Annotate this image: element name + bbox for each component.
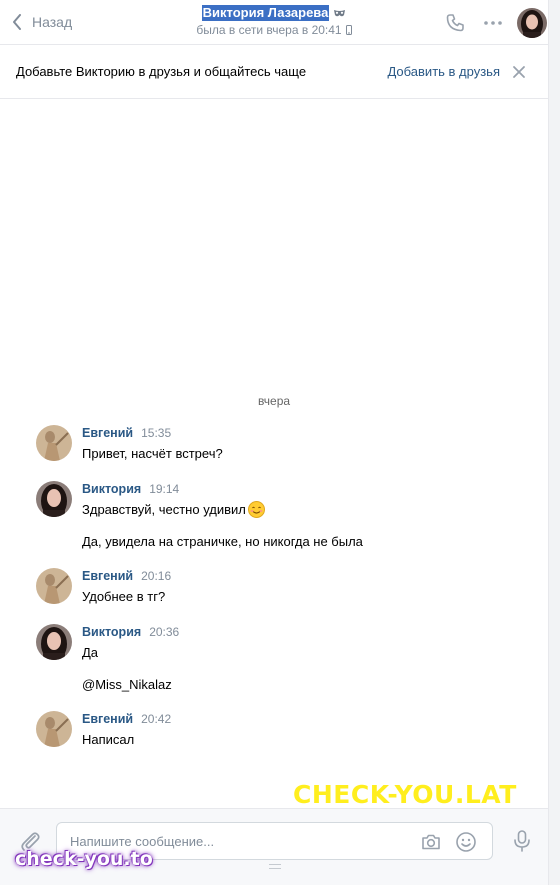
message-group: Виктория 19:14 Здравствуй, честно удивил…	[36, 481, 536, 553]
resize-grip[interactable]	[269, 864, 281, 869]
mobile-icon	[345, 25, 352, 35]
message-time[interactable]: 20:36	[149, 625, 179, 639]
message-text: Да	[82, 645, 99, 660]
peer-avatar[interactable]	[517, 8, 547, 38]
avatar-woman-icon	[36, 624, 72, 660]
add-friend-banner: Добавьте Викторию в друзья и общайтесь ч…	[0, 44, 548, 99]
message-input[interactable]	[70, 833, 400, 849]
message-author[interactable]: Виктория	[82, 482, 141, 496]
avatar[interactable]	[36, 481, 72, 517]
watermark-text: CHECK-YOU.LAT	[293, 780, 517, 809]
message-text: @Miss_Nikalaz	[82, 677, 172, 692]
banner-text: Добавьте Викторию в друзья и общайтесь ч…	[16, 64, 307, 79]
mask-icon	[334, 9, 346, 16]
smile-emoji-icon	[247, 501, 265, 518]
watermark-text: check-you.to	[15, 848, 153, 870]
message-time[interactable]: 19:14	[149, 482, 179, 496]
peer-status-text: была в сети вчера в 20:41	[196, 23, 342, 37]
message-text-content: Здравствуй, честно удивил	[82, 502, 246, 517]
emoji-icon[interactable]	[455, 831, 477, 853]
message-author[interactable]: Виктория	[82, 625, 141, 639]
avatar[interactable]	[36, 711, 72, 747]
avatar-woman-icon	[36, 481, 72, 517]
microphone-icon[interactable]	[511, 829, 533, 853]
message-time[interactable]: 20:42	[141, 712, 171, 726]
message-text: Написал	[82, 732, 135, 747]
more-dots-icon	[484, 21, 502, 25]
camera-icon[interactable]	[420, 831, 442, 853]
avatar[interactable]	[36, 425, 72, 461]
peer-name[interactable]: Виктория Лазарева	[201, 5, 330, 21]
avatar[interactable]	[36, 568, 72, 604]
avatar-photo-icon	[36, 568, 72, 604]
message-time[interactable]: 15:35	[141, 426, 171, 440]
message-text: Привет, насчёт встреч?	[82, 446, 223, 461]
call-button[interactable]	[441, 9, 469, 37]
message-author[interactable]: Евгений	[82, 426, 133, 440]
message-text: Удобнее в тг?	[82, 589, 166, 604]
avatar-woman-icon	[517, 8, 547, 38]
message-group: Виктория 20:36 Да @Miss_Nikalaz	[36, 624, 536, 696]
message-text: Здравствуй, честно удивил	[82, 501, 265, 518]
day-separator: вчера	[257, 394, 291, 408]
avatar-photo-icon	[36, 711, 72, 747]
message-author[interactable]: Евгений	[82, 569, 133, 583]
phone-icon	[446, 14, 464, 32]
more-button[interactable]	[479, 9, 507, 37]
message-group: Евгений 15:35 Привет, насчёт встреч?	[36, 425, 536, 465]
avatar-photo-icon	[36, 425, 72, 461]
avatar[interactable]	[36, 624, 72, 660]
message-group: Евгений 20:42 Написал	[36, 711, 536, 751]
message-composer	[0, 808, 548, 885]
message-group: Евгений 20:16 Удобнее в тг?	[36, 568, 536, 608]
scrollbar[interactable]	[548, 0, 560, 885]
close-icon[interactable]	[512, 65, 526, 79]
add-friend-button[interactable]: Добавить в друзья	[387, 64, 500, 79]
message-time[interactable]: 20:16	[141, 569, 171, 583]
message-author[interactable]: Евгений	[82, 712, 133, 726]
message-text: Да, увидела на страничке, но никогда не …	[82, 534, 363, 549]
header-actions	[441, 8, 560, 38]
chat-header: Назад Виктория Лазарева была в сети вчер…	[0, 0, 560, 44]
